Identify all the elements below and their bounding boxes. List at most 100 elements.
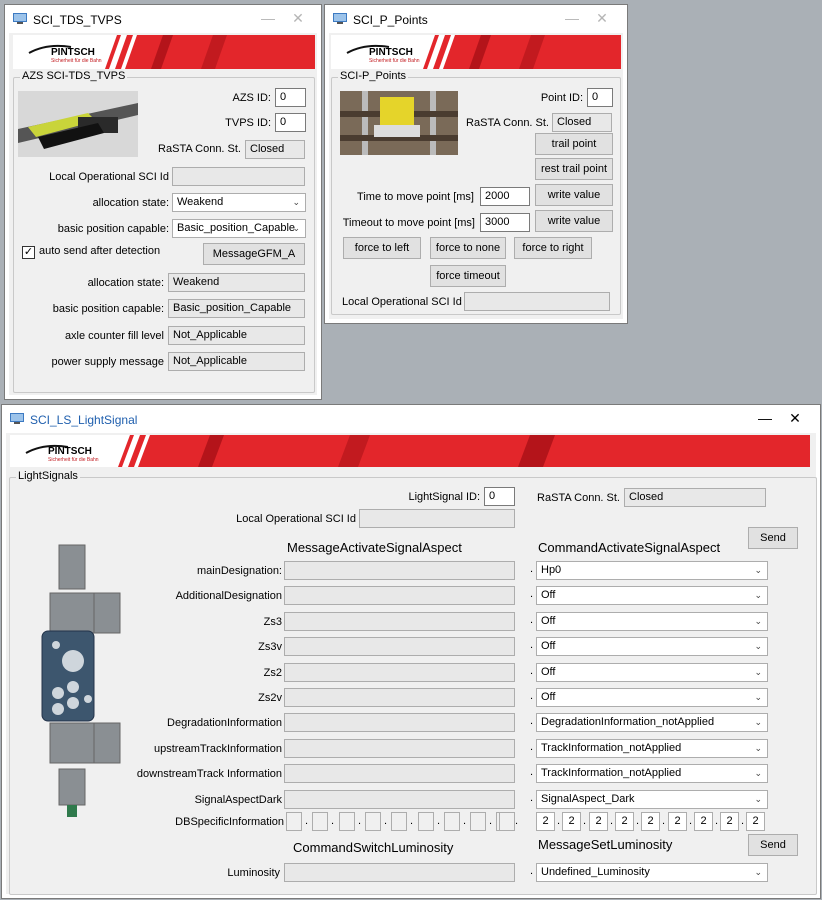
aspect-row-command-select[interactable]: Off ⌄: [536, 612, 768, 631]
aspect-row-command-select[interactable]: Off ⌄: [536, 586, 768, 605]
timeout-label: Timeout to move point [ms]: [342, 217, 475, 229]
aspect-row-command-value: Off: [541, 589, 556, 601]
aspect-row-label: SignalAspectDark: [194, 794, 282, 806]
aspect-row-command-select[interactable]: TrackInformation_notApplied ⌄: [536, 764, 768, 783]
allocation-state-label: allocation state:: [92, 197, 169, 209]
lightsignal-id-label: LightSignal ID:: [408, 491, 480, 503]
lightsignal-titlebar[interactable]: SCI_LS_LightSignal — ✕: [2, 405, 820, 433]
db-command-field[interactable]: 2: [694, 812, 713, 831]
db-command-field[interactable]: 2: [746, 812, 765, 831]
app-icon: [10, 413, 24, 424]
auto-send-checkbox[interactable]: ✓: [22, 246, 35, 259]
auto-send-label: auto send after detection: [39, 245, 161, 257]
allocation-state-2-label: allocation state:: [87, 277, 164, 289]
write-value-button-time[interactable]: write value: [535, 184, 613, 206]
chevron-down-icon: ⌄: [292, 197, 300, 207]
tds-client: PINTSCH Sicherheit für die Bahn AZS SCI-…: [9, 33, 317, 395]
db-command-field[interactable]: 2: [641, 812, 660, 831]
aspect-row-label: Zs2: [263, 667, 282, 679]
separator-dot: .: [689, 815, 693, 827]
minimize-icon[interactable]: —: [754, 409, 776, 427]
force-right-button[interactable]: force to right: [514, 237, 592, 259]
aspect-row-message-field: [284, 713, 515, 732]
brand-name: PINTSCH: [369, 47, 413, 58]
close-icon[interactable]: ✕: [784, 409, 806, 427]
aspect-row-message-field: [284, 637, 515, 656]
allocation-state-select[interactable]: Weakend ⌄: [172, 193, 306, 212]
azs-id-input[interactable]: 0: [275, 88, 306, 107]
separator-dot: .: [530, 792, 534, 804]
force-none-button[interactable]: force to none: [430, 237, 506, 259]
local-sci-field: [464, 292, 610, 311]
separator-dot: .: [530, 741, 534, 753]
separator-dot: .: [463, 815, 467, 827]
point-machine-image: [340, 91, 458, 155]
aspect-row-message-field: [284, 739, 515, 758]
separator-dot: .: [437, 815, 441, 827]
db-command-field[interactable]: 2: [589, 812, 608, 831]
minimize-icon[interactable]: —: [257, 9, 279, 27]
window-title: SCI_TDS_TVPS: [33, 13, 122, 27]
aspect-row-command-select[interactable]: TrackInformation_notApplied ⌄: [536, 739, 768, 758]
db-command-field[interactable]: 2: [562, 812, 581, 831]
db-command-field[interactable]: 2: [668, 812, 687, 831]
lightsignal-id-input[interactable]: 0: [484, 487, 515, 506]
message-set-luminosity-header: MessageSetLuminosity: [538, 837, 673, 852]
send-luminosity-button[interactable]: Send: [748, 834, 798, 856]
basic-position-2-field: Basic_position_Capable: [168, 299, 305, 318]
basic-position-select[interactable]: Basic_position_Capable ⌄: [172, 219, 306, 238]
points-titlebar[interactable]: SCI_P_Points — ✕: [325, 5, 627, 33]
aspect-row-command-select[interactable]: Hp0 ⌄: [536, 561, 768, 580]
rasta-label: RaSTA Conn. St.: [158, 143, 241, 155]
aspect-row-label: downstreamTrack Information: [136, 768, 282, 780]
aspect-row-command-select[interactable]: Off ⌄: [536, 688, 768, 707]
send-aspect-button[interactable]: Send: [748, 527, 798, 549]
separator-dot: .: [530, 563, 534, 575]
timeout-input[interactable]: 3000: [480, 213, 530, 232]
rest-trail-point-button[interactable]: rest trail point: [535, 158, 613, 180]
brand-name: PINTSCH: [51, 47, 95, 58]
aspect-row-command-select[interactable]: SignalAspect_Dark ⌄: [536, 790, 768, 809]
separator-dot: .: [583, 815, 587, 827]
aspect-row-label: upstreamTrackInformation: [154, 743, 282, 755]
aspect-row-label: mainDesignation:: [197, 565, 282, 577]
separator-dot: .: [530, 715, 534, 727]
chevron-down-icon: ⌄: [754, 743, 762, 753]
close-icon[interactable]: ✕: [287, 9, 309, 27]
time-to-move-input[interactable]: 2000: [480, 187, 530, 206]
point-id-input[interactable]: 0: [587, 88, 613, 107]
tds-titlebar[interactable]: SCI_TDS_TVPS — ✕: [5, 5, 321, 33]
close-icon[interactable]: ✕: [591, 9, 613, 27]
trail-point-button[interactable]: trail point: [535, 133, 613, 155]
aspect-row-label: Zs3: [263, 616, 282, 628]
luminosity-select[interactable]: Undefined_Luminosity ⌄: [536, 863, 768, 882]
db-message-field: [444, 812, 460, 831]
time-to-move-label: Time to move point [ms]: [357, 191, 474, 203]
aspect-row-message-field: [284, 586, 515, 605]
basic-position-label: basic position capable:: [57, 223, 169, 235]
aspect-row-command-select[interactable]: DegradationInformation_notApplied ⌄: [536, 713, 768, 732]
rasta-status: Closed: [245, 140, 305, 159]
db-message-field: [418, 812, 434, 831]
chevron-down-icon: ⌄: [754, 667, 762, 677]
message-gfm-button[interactable]: MessageGFM_A: [203, 243, 305, 265]
minimize-icon[interactable]: —: [561, 9, 583, 27]
db-command-field[interactable]: 2: [615, 812, 634, 831]
tvps-id-input[interactable]: 0: [275, 113, 306, 132]
aspect-row-command-select[interactable]: Off ⌄: [536, 663, 768, 682]
write-value-button-timeout[interactable]: write value: [535, 210, 613, 232]
separator-dot: .: [384, 815, 388, 827]
aspect-row-command-select[interactable]: Off ⌄: [536, 637, 768, 656]
db-message-field: [470, 812, 486, 831]
aspect-row-message-field: [284, 790, 515, 809]
aspect-row-message-field: [284, 688, 515, 707]
db-command-field[interactable]: 2: [720, 812, 739, 831]
separator-dot: .: [331, 815, 335, 827]
force-left-button[interactable]: force to left: [343, 237, 421, 259]
force-timeout-button[interactable]: force timeout: [430, 265, 506, 287]
aspect-row-message-field: [284, 764, 515, 783]
separator-dot: .: [305, 815, 309, 827]
separator-dot: .: [530, 614, 534, 626]
brand-tagline: Sicherheit für die Bahn: [51, 58, 102, 64]
db-command-field[interactable]: 2: [536, 812, 555, 831]
